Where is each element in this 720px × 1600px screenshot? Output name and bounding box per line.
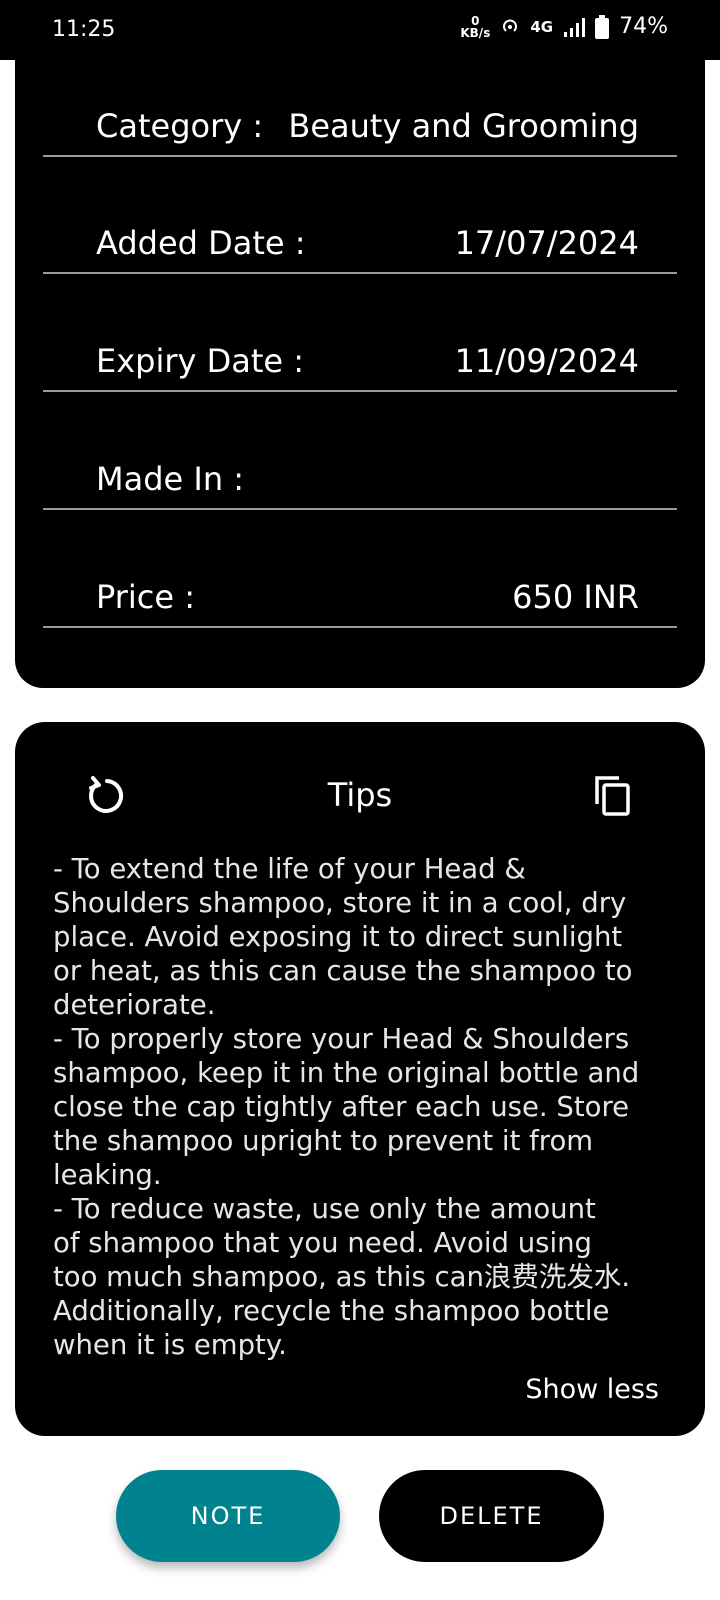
tips-line: or heat, as this can cause the shampoo t… xyxy=(53,955,633,987)
detail-row-added-date: Added Date : 17/07/2024 xyxy=(43,214,677,274)
made-in-label: Made In : xyxy=(96,460,245,498)
tips-line: Additionally, recycle the shampoo bottle xyxy=(53,1295,610,1327)
network-speed-indicator: 0 KB/s xyxy=(460,15,490,39)
price-label: Price : xyxy=(96,578,196,616)
category-value: Beauty and Grooming xyxy=(288,107,639,145)
note-button[interactable]: NOTE xyxy=(116,1470,340,1562)
show-less-link[interactable]: Show less xyxy=(525,1374,659,1405)
added-date-label: Added Date : xyxy=(96,224,306,262)
signal-icon xyxy=(564,17,586,37)
tips-line: when it is empty. xyxy=(53,1329,287,1361)
category-label: Category : xyxy=(96,107,264,145)
copy-icon[interactable] xyxy=(593,774,633,818)
tips-line: close the cap tightly after each use. St… xyxy=(53,1091,630,1123)
tips-line: - To reduce waste, use only the amount xyxy=(53,1193,596,1225)
expiry-date-value: 11/09/2024 xyxy=(454,342,639,380)
tips-line: leaking. xyxy=(53,1159,162,1191)
tips-line: - To properly store your Head & Shoulder… xyxy=(53,1023,630,1055)
delete-button[interactable]: DELETE xyxy=(379,1470,604,1562)
tips-header: Tips xyxy=(15,770,705,820)
tips-line: place. Avoid exposing it to direct sunli… xyxy=(53,921,623,953)
tips-line: - To extend the life of your Head & xyxy=(53,853,526,885)
tips-line: the shampoo upright to prevent it from xyxy=(53,1125,594,1157)
hotspot-icon xyxy=(503,19,518,32)
status-icons: 0 KB/s 4G 74% xyxy=(460,14,668,39)
tips-line: shampoo, keep it in the original bottle … xyxy=(53,1057,640,1089)
price-value: 650 INR xyxy=(512,578,639,616)
tips-line: deteriorate. xyxy=(53,989,216,1021)
tips-text: - To extend the life of your Head & Shou… xyxy=(53,852,673,1362)
network-type: 4G xyxy=(530,17,554,36)
detail-row-category: Category : Beauty and Grooming xyxy=(43,97,677,157)
network-speed-value: 0 xyxy=(471,13,480,28)
tips-line: too much shampoo, as this can浪费洗发水. xyxy=(53,1261,631,1293)
detail-row-price: Price : 650 INR xyxy=(43,568,677,628)
product-details-card: Category : Beauty and Grooming Added Dat… xyxy=(15,40,705,688)
network-speed-unit: KB/s xyxy=(460,25,491,40)
detail-row-expiry-date: Expiry Date : 11/09/2024 xyxy=(43,332,677,392)
tips-line: of shampoo that you need. Avoid using xyxy=(53,1227,592,1259)
status-time: 11:25 xyxy=(52,17,116,42)
expiry-date-label: Expiry Date : xyxy=(96,342,305,380)
added-date-value: 17/07/2024 xyxy=(454,224,639,262)
detail-row-made-in: Made In : xyxy=(43,450,677,510)
tips-card: Tips - To extend the life of your Head &… xyxy=(15,722,705,1436)
tips-line: Shoulders shampoo, store it in a cool, d… xyxy=(53,887,627,919)
battery-icon xyxy=(595,14,610,39)
battery-percent: 74% xyxy=(619,14,668,39)
